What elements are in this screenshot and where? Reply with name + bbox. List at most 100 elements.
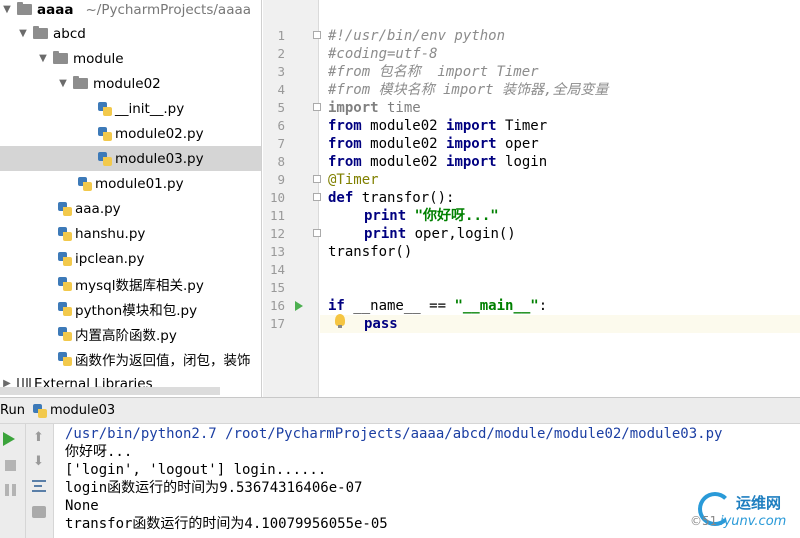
keyword: import xyxy=(446,154,497,170)
identifier: transfor() xyxy=(328,244,413,260)
line-number: 12 xyxy=(269,226,285,241)
python-file-icon xyxy=(58,251,72,266)
python-file-icon xyxy=(32,403,47,418)
tree-item-closure-py[interactable]: 函数作为返回值，闭包，装饰 xyxy=(0,346,261,371)
arrow-up-icon[interactable]: ⬆ xyxy=(33,430,49,446)
line-number: 11 xyxy=(269,208,285,223)
line-number: 16 xyxy=(269,298,285,313)
code-editor[interactable]: 1 2 3 4 5 6 7 8 9 10 11 12 13 14 15 16 1… xyxy=(263,0,800,397)
fold-marker-icon[interactable] xyxy=(313,175,321,183)
line-number: 13 xyxy=(269,244,285,259)
code-line: from module02 import Timer xyxy=(328,117,800,135)
fold-marker-icon[interactable] xyxy=(313,229,321,237)
watermark-en: iyunv.com xyxy=(720,514,787,529)
tree-item-aaa-py[interactable]: aaa.py xyxy=(0,196,261,221)
tree-item-label: module02.py xyxy=(115,125,204,142)
console-line: ['login', 'logout'] login...... xyxy=(65,462,327,478)
chevron-down-icon[interactable]: ▼ xyxy=(16,28,30,39)
code-line: def transfor(): xyxy=(328,189,800,207)
code-line: print oper,login() xyxy=(328,225,800,243)
identifier: module02 xyxy=(361,136,447,152)
keyword: print xyxy=(364,226,407,242)
print-icon[interactable] xyxy=(32,506,46,518)
code-line: if __name__ == "__main__": xyxy=(328,297,800,315)
tree-root-label: aaaa xyxy=(37,1,74,18)
tree-item-mysql-py[interactable]: mysql数据库相关.py xyxy=(0,271,261,296)
fold-marker-icon[interactable] xyxy=(313,31,321,39)
python-file-icon xyxy=(58,226,72,241)
python-file-icon xyxy=(98,126,112,141)
horizontal-scrollbar[interactable] xyxy=(0,387,220,395)
comment: #!/usr/bin/env python xyxy=(328,28,506,44)
keyword: def xyxy=(328,190,354,206)
soft-wrap-icon[interactable] xyxy=(32,480,46,492)
console-line[interactable]: /usr/bin/python2.7 /root/PycharmProjects… xyxy=(65,425,800,443)
keyword: pass xyxy=(364,316,398,332)
tree-item-label: module01.py xyxy=(95,175,184,192)
tree-item-hanshu-py[interactable]: hanshu.py xyxy=(0,221,261,246)
chevron-down-icon[interactable]: ▼ xyxy=(36,53,50,64)
tree-item-label: abcd xyxy=(53,25,86,42)
arrow-down-icon[interactable]: ⬇ xyxy=(33,454,49,470)
lightbulb-icon[interactable] xyxy=(335,314,345,328)
code-line: print "你好呀..." xyxy=(328,207,800,225)
python-file-icon xyxy=(58,326,72,341)
identifier: module02 xyxy=(361,154,447,170)
keyword: import xyxy=(328,100,379,116)
line-number: 5 xyxy=(277,100,285,115)
line-number: 2 xyxy=(277,46,285,61)
code-line: #from 包名称 import Timer xyxy=(328,63,800,81)
run-icon[interactable] xyxy=(3,432,15,446)
pause-icon[interactable] xyxy=(5,484,16,496)
tree-item-label: 函数作为返回值，闭包，装饰 xyxy=(75,352,251,369)
tree-item-ipclean-py[interactable]: ipclean.py xyxy=(0,246,261,271)
identifier: __name__ == xyxy=(344,298,455,314)
tree-item-module02[interactable]: ▼ module02 xyxy=(0,71,261,96)
tree-item-module03-py[interactable]: module03.py xyxy=(0,146,261,171)
stop-icon[interactable] xyxy=(5,460,16,471)
tree-item-label: ipclean.py xyxy=(75,250,145,267)
tree-item-module02-py[interactable]: module02.py xyxy=(0,121,261,146)
code-line: #from 模块名称 import 装饰器,全局变量 xyxy=(328,81,800,99)
comment: #from 模块名称 import 装饰器,全局变量 xyxy=(328,82,609,98)
tree-item-module[interactable]: ▼ module xyxy=(0,46,261,71)
run-gutter-icon[interactable] xyxy=(295,301,303,311)
chevron-down-icon[interactable]: ▼ xyxy=(56,78,70,89)
folder-icon xyxy=(17,2,32,15)
line-number: 15 xyxy=(269,280,285,295)
punctuation: : xyxy=(538,298,548,314)
run-tab-label: module03 xyxy=(49,403,116,418)
keyword: import xyxy=(446,118,497,134)
code-line: @Timer xyxy=(328,171,800,189)
tree-item-label: python模块和包.py xyxy=(75,302,198,319)
identifier: time xyxy=(378,100,421,116)
tree-item-label: mysql数据库相关.py xyxy=(75,277,204,294)
run-toolbar-secondary: ⬆ ⬇ xyxy=(26,424,54,538)
identifier: login xyxy=(496,154,548,170)
tree-item-python-modules-py[interactable]: python模块和包.py xyxy=(0,296,261,321)
tree-item-label: __init__.py xyxy=(115,100,185,117)
tree-root[interactable]: ▼ aaaa ~/PycharmProjects/aaaa xyxy=(0,0,261,22)
line-number: 9 xyxy=(277,172,285,187)
python-file-icon xyxy=(58,351,72,366)
line-number: 10 xyxy=(269,190,285,205)
code-line: transfor() xyxy=(328,243,800,261)
string-literal: "__main__" xyxy=(454,298,539,314)
python-file-icon xyxy=(58,201,72,216)
tree-item-init-py[interactable]: __init__.py xyxy=(0,96,261,121)
keyword: if xyxy=(328,298,345,314)
line-number: 4 xyxy=(277,82,285,97)
code-line: from module02 import login xyxy=(328,153,800,171)
python-file-icon xyxy=(98,151,112,166)
run-tab-module03[interactable]: module03 xyxy=(32,403,116,418)
fold-marker-icon[interactable] xyxy=(313,193,321,201)
line-number: 1 xyxy=(277,28,285,43)
run-toolbar-primary xyxy=(0,424,26,538)
fold-marker-icon[interactable] xyxy=(313,103,321,111)
tree-item-abcd[interactable]: ▼ abcd xyxy=(0,21,261,46)
tree-item-builtin-hof-py[interactable]: 内置高阶函数.py xyxy=(0,321,261,346)
chevron-down-icon[interactable]: ▼ xyxy=(0,4,14,15)
keyword: print xyxy=(364,208,407,224)
folder-icon xyxy=(73,76,88,89)
tree-item-module01-py[interactable]: module01.py xyxy=(0,171,261,196)
